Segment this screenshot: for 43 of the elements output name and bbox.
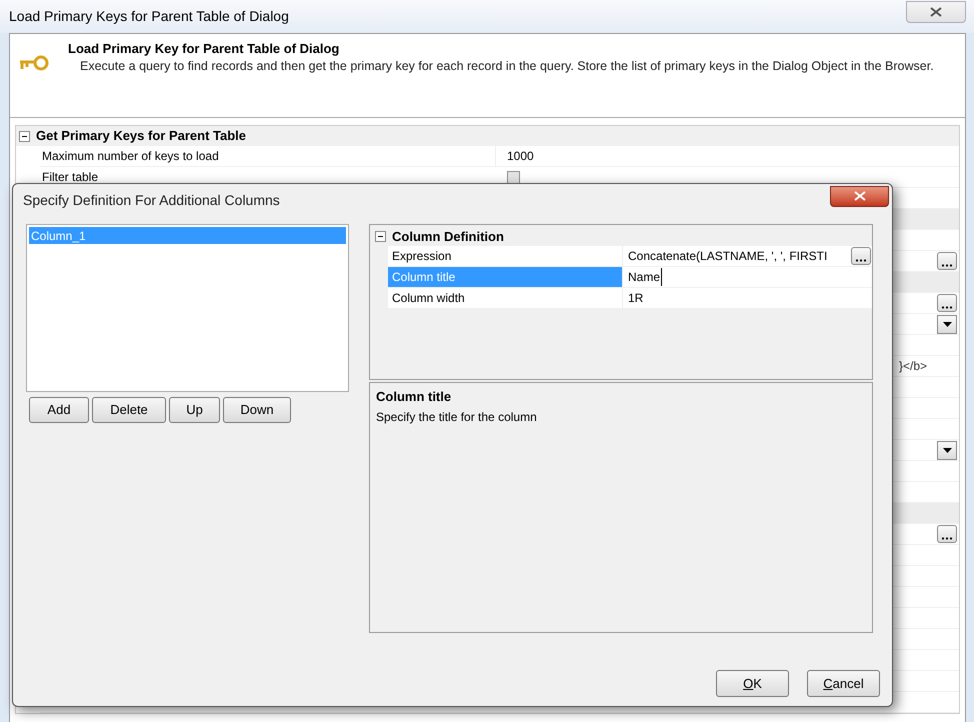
header-description: Execute a query to find records and then get the primary key for each record in the query. Store the list of primary keys in the Dialog Object in the Browser. (79, 58, 935, 74)
dropdown-button[interactable] (937, 314, 957, 334)
ellipsis-button[interactable] (937, 294, 957, 312)
ellipsis-icon (855, 259, 867, 262)
group-header: Column Definition (392, 228, 504, 246)
window-title: Load Primary Keys for Parent Table of Dialog (9, 7, 289, 26)
property-value[interactable]: }</b> (898, 357, 927, 375)
close-button[interactable] (830, 186, 889, 206)
property-label: Maximum number of keys to load (42, 148, 219, 165)
property-name[interactable]: Expression (388, 246, 622, 266)
list-action-button[interactable]: Add (29, 397, 89, 423)
property-value[interactable]: Concatenate(LASTNAME, ', ', FIRSTI (628, 247, 828, 265)
close-icon (854, 191, 866, 201)
ellipsis-button[interactable] (851, 247, 871, 265)
property-value[interactable]: Name (628, 268, 662, 286)
dropdown-button[interactable] (937, 440, 957, 460)
close-icon (930, 6, 942, 16)
property-value[interactable]: 1000 (496, 147, 534, 165)
caret-icon (942, 448, 952, 452)
group-header: Get Primary Keys for Parent Table (36, 127, 246, 146)
dialog-button[interactable]: OK (716, 670, 789, 697)
list-action-button[interactable]: Delete (92, 397, 166, 423)
caret-icon (942, 322, 952, 326)
property-name[interactable]: Column width (388, 288, 622, 308)
help-text: Specify the title for the column (376, 408, 538, 426)
property-value[interactable]: 1R (628, 289, 644, 307)
close-button[interactable] (906, 0, 966, 22)
key-icon (19, 55, 49, 71)
property-label: Filter table (42, 169, 98, 186)
ellipsis-icon (941, 306, 953, 309)
ellipsis-icon (941, 537, 953, 540)
ellipsis-button[interactable] (937, 252, 957, 270)
collapse-icon[interactable] (19, 130, 30, 142)
list-action-button[interactable]: Down (223, 397, 291, 423)
ellipsis-icon (941, 264, 953, 267)
help-title: Column title (376, 388, 452, 406)
ellipsis-button[interactable] (937, 525, 957, 543)
checkbox[interactable] (507, 170, 520, 184)
list-action-button[interactable]: Up (169, 397, 220, 423)
dialog-title: Specify Definition For Additional Columns (23, 190, 280, 210)
header-title: Load Primary Key for Parent Table of Dialog (68, 40, 340, 58)
dialog-button[interactable]: Cancel (807, 670, 880, 697)
collapse-icon[interactable] (375, 231, 386, 242)
